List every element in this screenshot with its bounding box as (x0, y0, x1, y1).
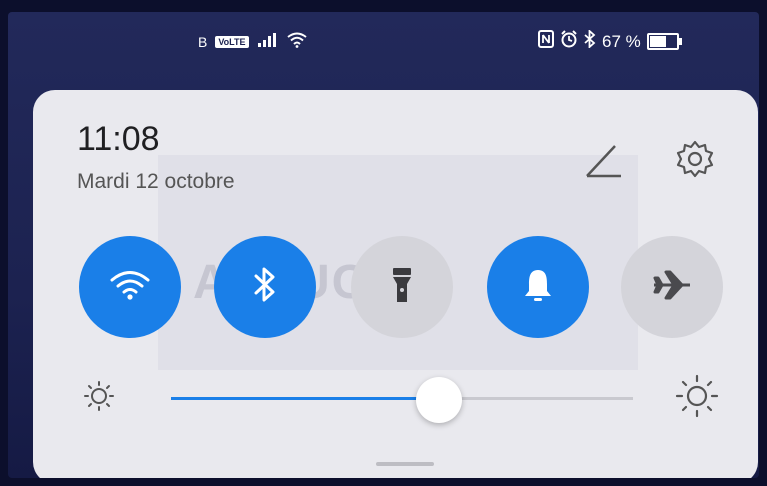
bluetooth-toggle[interactable] (214, 236, 316, 338)
battery-percent: 67 % (602, 31, 641, 51)
airplane-mode-toggle[interactable] (621, 236, 723, 338)
clock-time: 11:08 (77, 120, 160, 158)
drag-handle[interactable] (376, 462, 434, 466)
wifi-status-icon (286, 32, 307, 51)
brightness-high-icon (673, 372, 721, 425)
volte-badge: VoLTE (215, 35, 249, 48)
battery-fill (649, 36, 666, 47)
quick-settings-panel: ASTUCES 11:08 Mardi 12 octobre (33, 90, 758, 478)
clock-date: Mardi 12 octobre (77, 170, 235, 193)
bell-icon (521, 266, 555, 309)
nfc-icon (538, 30, 554, 53)
signal-icon (257, 32, 279, 51)
status-right: 67 % (538, 28, 682, 53)
edit-icon[interactable] (581, 138, 625, 187)
brightness-low-icon (81, 378, 117, 419)
alarm-icon (560, 30, 578, 53)
status-bar: B VoLTE 67 % (8, 12, 759, 72)
gear-icon[interactable] (673, 138, 717, 187)
flashlight-toggle[interactable] (351, 236, 453, 338)
status-left: B VoLTE (198, 32, 307, 51)
phone-screen: B VoLTE 67 % ASTUCES 11:08 (8, 12, 759, 478)
brightness-slider-fill (171, 397, 439, 400)
carrier-label: B (198, 33, 208, 50)
airplane-icon (652, 268, 692, 307)
sound-toggle[interactable] (487, 236, 589, 338)
wifi-toggle[interactable] (79, 236, 181, 338)
brightness-slider-thumb[interactable] (416, 377, 462, 423)
bluetooth-status-icon (584, 28, 596, 53)
wifi-icon (110, 269, 150, 306)
battery-icon (646, 33, 682, 50)
brightness-slider-track[interactable] (171, 397, 633, 400)
bluetooth-icon (253, 265, 277, 310)
flashlight-icon (390, 265, 414, 310)
